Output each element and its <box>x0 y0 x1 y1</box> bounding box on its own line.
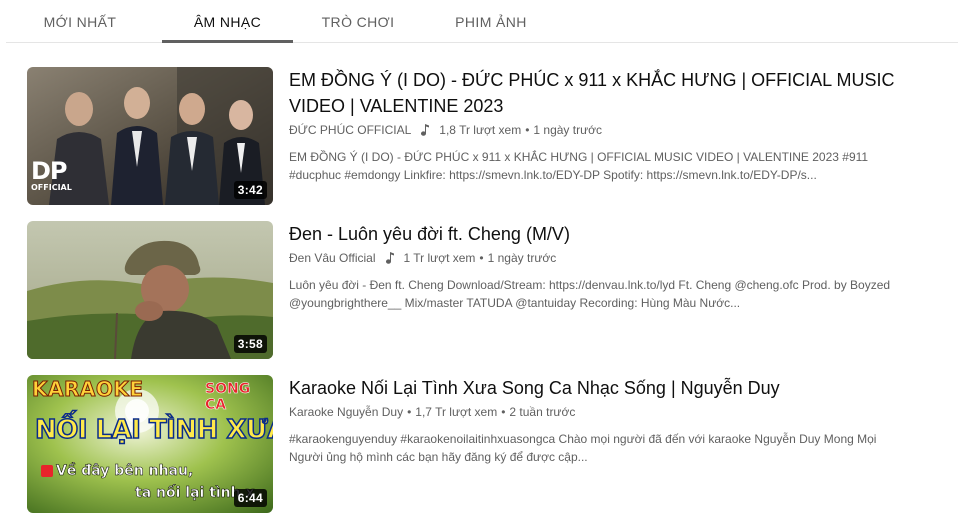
tab-games[interactable]: TRÒ CHƠI <box>308 0 408 43</box>
video-thumbnail[interactable]: 3:58 <box>27 221 273 359</box>
video-item[interactable]: 3:58 Đen - Luôn yêu đời ft. Cheng (M/V) … <box>27 221 947 361</box>
tab-newest[interactable]: MỚI NHẤT <box>20 0 140 43</box>
video-description: #karaokenguyenduy #karaokenoilaitinhxuas… <box>289 432 877 464</box>
view-count: 1,8 Tr lượt xem <box>439 123 522 137</box>
song-title-text: NỐI LẠI TÌNH XƯA <box>34 414 273 446</box>
meta-separator: • <box>479 251 484 265</box>
active-tab-indicator <box>162 40 293 43</box>
meta-separator: • <box>501 405 506 419</box>
video-title[interactable]: EM ĐỒNG Ý (I DO) - ĐỨC PHÚC x 911 x KHẮC… <box>289 67 929 119</box>
view-count: 1 Tr lượt xem <box>403 251 476 265</box>
music-note-icon <box>384 251 396 265</box>
dp-official-logo: DP OFFICIAL <box>31 157 72 192</box>
upload-time: 1 ngày trước <box>533 123 602 137</box>
video-duration: 6:44 <box>233 489 267 507</box>
video-item[interactable]: KARAOKE SONG CA NỐI LẠI TÌNH XƯA Về đây … <box>27 375 947 515</box>
view-count: 1,7 Tr lượt xem <box>415 405 498 419</box>
meta-separator: • <box>407 405 412 419</box>
tab-movies[interactable]: PHIM ẢNH <box>438 0 544 43</box>
karaoke-label: KARAOKE <box>32 377 144 402</box>
microphone-icon <box>41 465 53 477</box>
upload-time: 2 tuần trước <box>509 405 576 419</box>
video-description: Luôn yêu đời - Đen ft. Cheng Download/St… <box>289 278 891 310</box>
video-thumbnail[interactable]: KARAOKE SONG CA NỐI LẠI TÌNH XƯA Về đây … <box>27 375 273 513</box>
video-duration: 3:42 <box>233 181 267 199</box>
tab-music[interactable]: ÂM NHẠC <box>162 0 293 43</box>
music-note-icon <box>419 123 431 137</box>
lyric-line-1: Về đây bên nhau, <box>41 463 194 479</box>
video-title[interactable]: Đen - Luôn yêu đời ft. Cheng (M/V) <box>289 221 929 247</box>
video-item[interactable]: DP OFFICIAL 3:42 EM ĐỒNG Ý (I DO) - ĐỨC … <box>27 67 947 207</box>
meta-separator: • <box>525 123 530 137</box>
upload-time: 1 ngày trước <box>487 251 557 265</box>
song-ca-label: SONG CA <box>205 381 251 414</box>
channel-name[interactable]: ĐỨC PHÚC OFFICIAL <box>289 121 411 139</box>
video-thumbnail[interactable]: DP OFFICIAL 3:42 <box>27 67 273 205</box>
channel-tabs: MỚI NHẤT ÂM NHẠC TRÒ CHƠI PHIM ẢNH <box>6 0 958 43</box>
channel-name[interactable]: Karaoke Nguyễn Duy <box>289 403 403 421</box>
channel-name[interactable]: Đen Vâu Official <box>289 249 376 267</box>
video-duration: 3:58 <box>233 335 267 353</box>
video-title[interactable]: Karaoke Nối Lại Tình Xưa Song Ca Nhạc Số… <box>289 375 929 401</box>
video-description: EM ĐỒNG Ý (I DO) - ĐỨC PHÚC x 911 x KHẮC… <box>289 150 869 182</box>
